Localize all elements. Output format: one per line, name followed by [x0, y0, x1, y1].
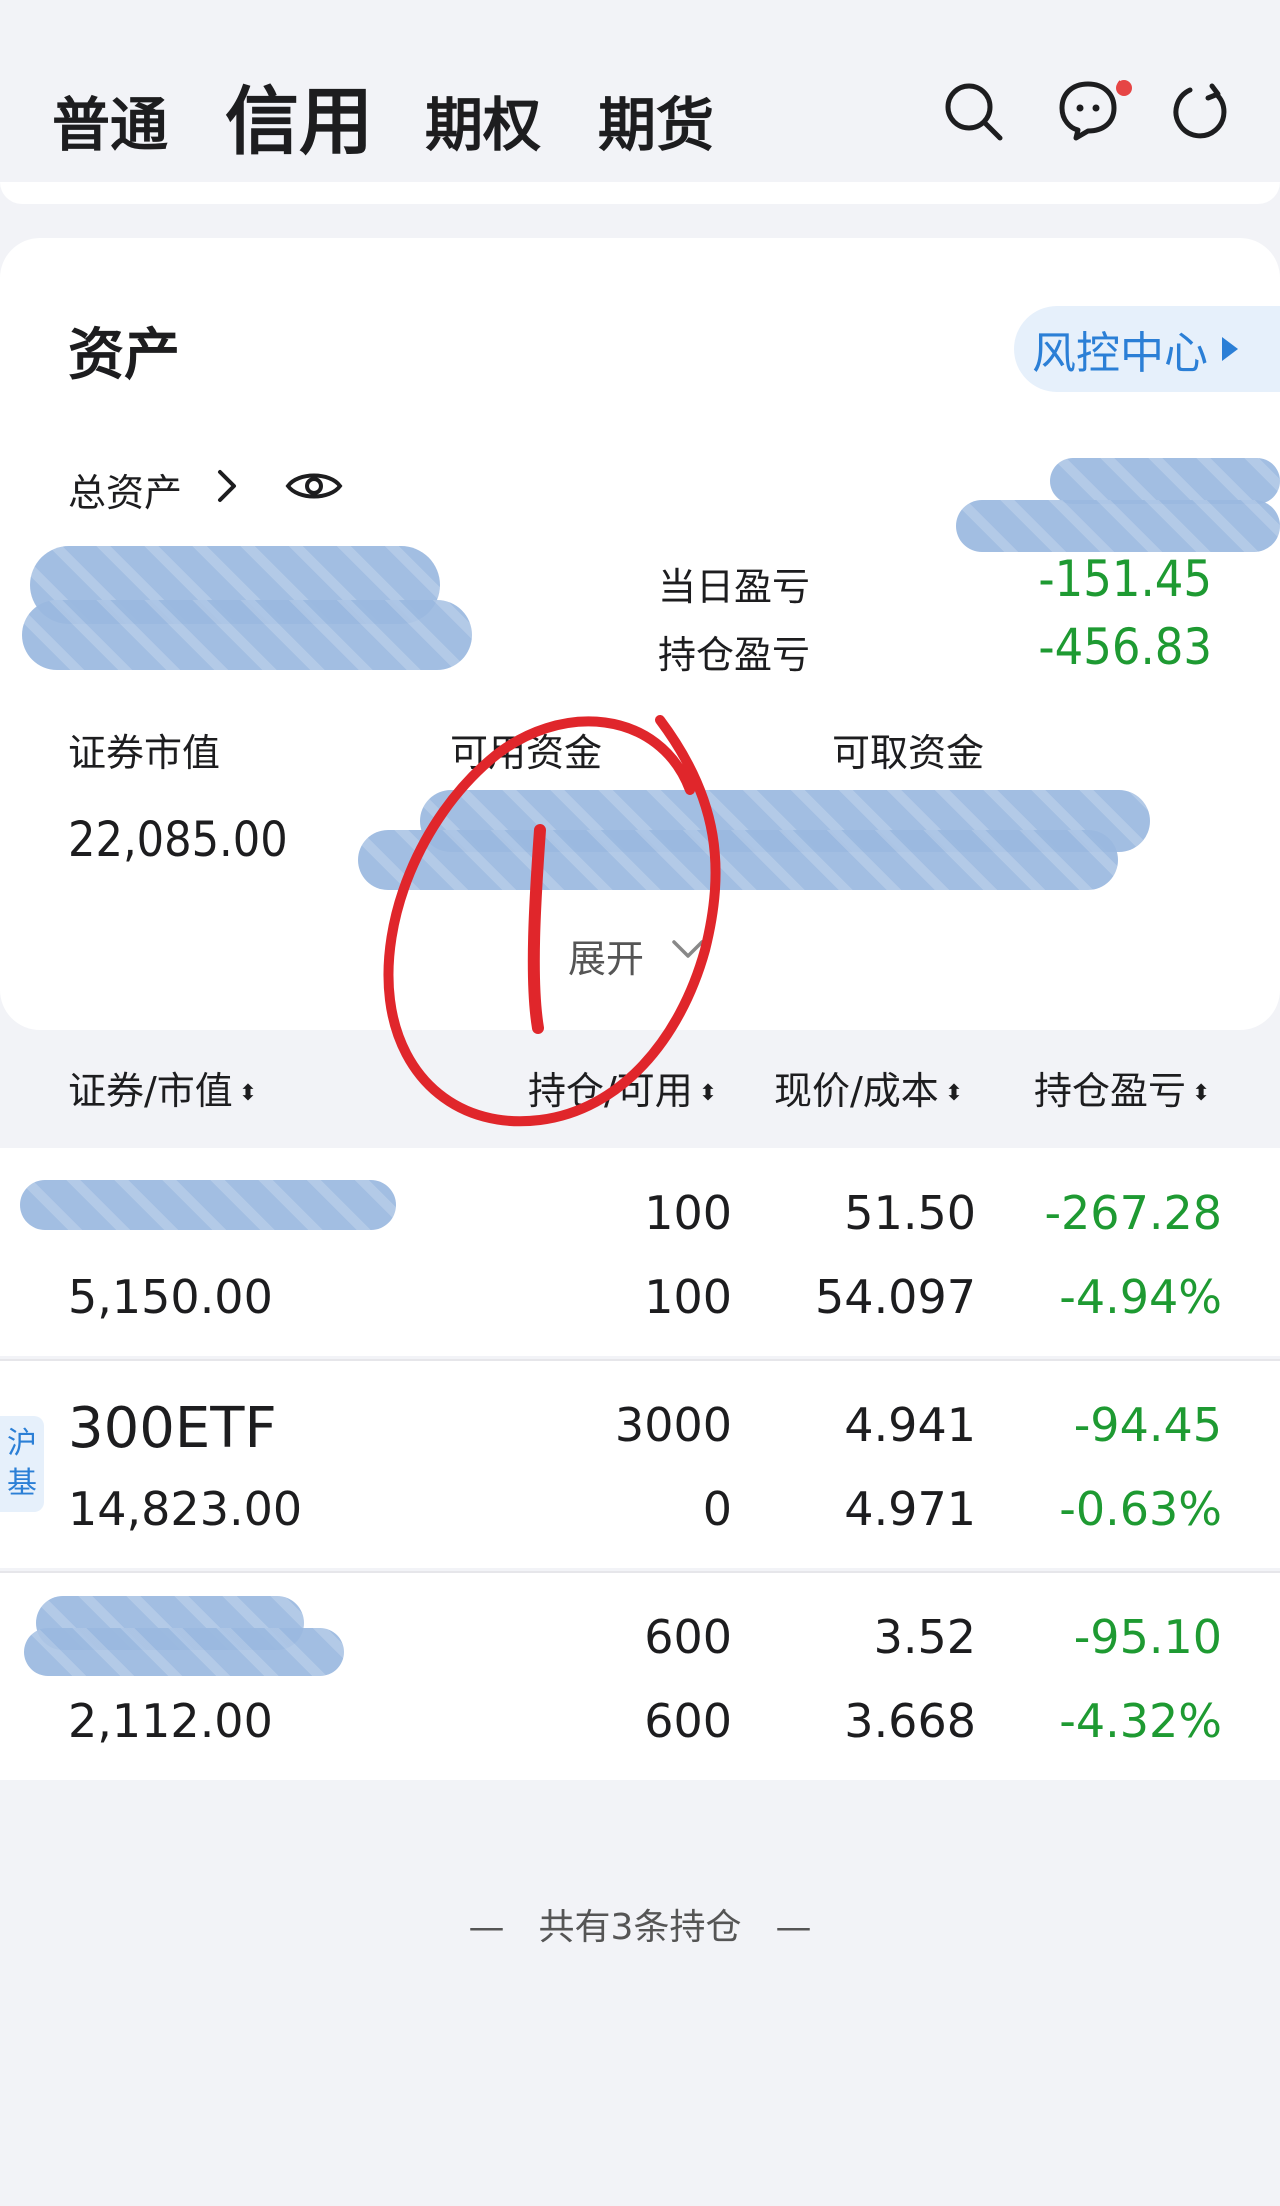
positions-count-footer: — 共有3条持仓 — [468, 1907, 812, 1948]
redaction-row3-name-2 [24, 1628, 344, 1676]
row3-pnl-pct: -4.32% [1059, 1694, 1222, 1748]
market-badge: 沪基 [0, 1416, 44, 1512]
row1-market-value: 5,150.00 [68, 1270, 273, 1324]
row3-holding: 600 [644, 1610, 732, 1664]
column-security[interactable]: 证券/市值 ⬍ [68, 1060, 257, 1115]
column-price[interactable]: 现价/成本 ⬍ [774, 1060, 963, 1115]
position-row[interactable] [0, 1360, 1280, 1568]
row3-market-value: 2,112.00 [68, 1694, 273, 1748]
eye-icon[interactable] [284, 466, 344, 506]
row1-pnl: -267.28 [1044, 1186, 1222, 1240]
row3-price: 3.52 [873, 1610, 976, 1664]
row2-name: 300ETF [68, 1396, 277, 1461]
tab-option[interactable]: 期权 [425, 78, 541, 162]
risk-center-button[interactable]: 风控中心 [1014, 306, 1280, 392]
market-value-label: 证券市值 [68, 731, 221, 775]
redaction-total-assets-2 [22, 600, 472, 670]
total-assets-label[interactable]: 总资产 [68, 462, 182, 517]
redaction-row1-name [20, 1180, 396, 1230]
row3-pnl: -95.10 [1073, 1610, 1222, 1664]
row2-available: 0 [702, 1482, 732, 1536]
redaction-top-right-2 [956, 500, 1280, 552]
previous-card-edge [0, 182, 1280, 204]
row1-pnl-pct: -4.94% [1059, 1270, 1222, 1324]
withdrawable-funds-label: 可取资金 [832, 731, 985, 775]
row2-pnl: -94.45 [1073, 1398, 1222, 1452]
row3-available: 600 [644, 1694, 732, 1748]
sort-icon: ⬍ [238, 1081, 258, 1106]
position-pnl-value: -456.83 [1038, 618, 1212, 676]
tab-credit[interactable]: 信用 [225, 62, 373, 169]
asset-title: 资产 [68, 323, 180, 388]
divider [0, 1359, 1280, 1361]
divider [0, 1571, 1280, 1573]
daily-pnl-label: 当日盈亏 [658, 565, 811, 609]
row3-cost: 3.668 [844, 1694, 976, 1748]
sort-icon: ⬍ [1192, 1081, 1211, 1106]
row2-market-value: 14,823.00 [68, 1482, 303, 1536]
refresh-icon[interactable] [1168, 80, 1232, 144]
message-icon[interactable] [1056, 78, 1120, 142]
row1-price: 51.50 [844, 1186, 976, 1240]
search-icon[interactable] [942, 80, 1006, 144]
column-pnl[interactable]: 持仓盈亏 ⬍ [1034, 1060, 1210, 1115]
tab-futures[interactable]: 期货 [598, 78, 714, 162]
row2-cost: 4.971 [844, 1482, 976, 1536]
tab-normal[interactable]: 普通 [52, 78, 168, 162]
risk-center-label: 风控中心 [1032, 328, 1208, 379]
sort-icon: ⬍ [944, 1081, 964, 1106]
market-value: 22,085.00 [68, 812, 288, 868]
row2-holding: 3000 [614, 1398, 732, 1452]
row1-available: 100 [644, 1270, 732, 1324]
row1-cost: 54.097 [815, 1270, 976, 1324]
daily-pnl-value: -151.45 [1038, 550, 1212, 608]
position-pnl-label: 持仓盈亏 [658, 633, 811, 677]
row1-holding: 100 [644, 1186, 732, 1240]
row2-pnl-pct: -0.63% [1059, 1482, 1222, 1536]
play-icon [1222, 337, 1238, 361]
row2-price: 4.941 [844, 1398, 976, 1452]
redaction-top-right [1050, 458, 1280, 504]
red-circle-annotation [383, 715, 721, 1127]
chevron-right-icon[interactable] [212, 466, 242, 506]
notification-dot [1116, 80, 1132, 96]
